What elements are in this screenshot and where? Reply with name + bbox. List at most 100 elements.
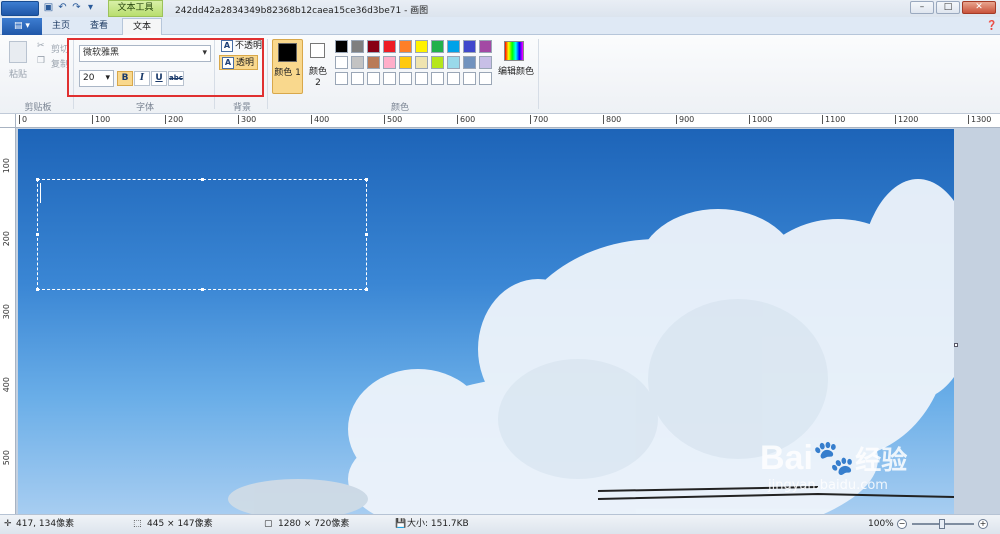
- palette-color-swatch[interactable]: [479, 56, 492, 69]
- tab-view[interactable]: 查看: [80, 18, 118, 35]
- file-size: 大小: 151.7KB: [407, 519, 469, 529]
- zoom-slider-thumb[interactable]: [939, 519, 945, 529]
- group-divider: [267, 39, 268, 109]
- quick-access-dropdown-icon[interactable]: ▾: [84, 2, 97, 14]
- palette-color-swatch[interactable]: [479, 40, 492, 53]
- palette-color-swatch[interactable]: [351, 40, 364, 53]
- group-label-background: 背景: [232, 103, 251, 113]
- ruler-tick-label: 700: [530, 115, 548, 124]
- window-title: 242dd42a2834349b82368b12caea15ce36d3be71…: [175, 6, 429, 16]
- cursor-position-icon: ✛: [4, 519, 12, 529]
- palette-custom-swatch[interactable]: [399, 72, 412, 85]
- paste-label[interactable]: 粘贴: [9, 67, 27, 80]
- ruler-tick-label: 100: [92, 115, 110, 124]
- group-label-clipboard: 剪贴板: [24, 103, 52, 113]
- palette-color-swatch[interactable]: [367, 56, 380, 69]
- palette-color-swatch[interactable]: [383, 40, 396, 53]
- help-icon[interactable]: ❓: [986, 18, 998, 35]
- close-button[interactable]: ✕: [962, 1, 996, 14]
- color1-swatch: [278, 43, 297, 62]
- undo-icon[interactable]: ↶: [56, 2, 69, 14]
- palette-custom-swatch[interactable]: [415, 72, 428, 85]
- cursor-position: 417, 134像素: [16, 519, 75, 529]
- canvas-size-icon: ▢: [264, 519, 273, 529]
- palette-color-swatch[interactable]: [399, 56, 412, 69]
- palette-custom-swatch[interactable]: [431, 72, 444, 85]
- ruler-tick-label: 1300: [968, 115, 991, 124]
- group-divider: [538, 39, 539, 109]
- palette-custom-swatch[interactable]: [463, 72, 476, 85]
- file-size-icon: 💾: [395, 519, 407, 529]
- save-icon[interactable]: ▣: [42, 2, 55, 14]
- color1-button[interactable]: 颜色 1: [272, 39, 303, 94]
- palette-color-swatch[interactable]: [463, 56, 476, 69]
- ribbon-tab-bar: ▤ ▾ 主页 查看 文本 ❓: [0, 17, 1000, 36]
- ruler-tick-label: 900: [676, 115, 694, 124]
- selection-size: 445 × 147像素: [147, 519, 213, 529]
- zoom-out-button[interactable]: −: [897, 519, 907, 529]
- ruler-tick-label: 600: [457, 115, 475, 124]
- edit-colors-button[interactable]: 编辑颜色: [498, 39, 534, 94]
- palette-custom-swatch[interactable]: [479, 72, 492, 85]
- ruler-tick-label: 200: [2, 231, 11, 247]
- resize-handle[interactable]: [365, 233, 368, 236]
- canvas-size: 1280 × 720像素: [278, 519, 350, 529]
- resize-handle[interactable]: [36, 288, 39, 291]
- text-input-box[interactable]: [36, 178, 368, 291]
- ruler-tick-label: 800: [603, 115, 621, 124]
- group-label-colors: 颜色: [390, 103, 409, 113]
- ruler-tick-label: 1200: [895, 115, 918, 124]
- paste-icon[interactable]: [9, 41, 27, 63]
- resize-handle[interactable]: [36, 178, 39, 181]
- palette-color-swatch[interactable]: [383, 56, 396, 69]
- ruler-corner: [0, 114, 16, 128]
- palette-color-swatch[interactable]: [351, 56, 364, 69]
- resize-handle[interactable]: [36, 233, 39, 236]
- tab-text[interactable]: 文本: [122, 18, 162, 36]
- palette-custom-swatch[interactable]: [351, 72, 364, 85]
- palette-custom-swatch[interactable]: [447, 72, 460, 85]
- palette-custom-swatch[interactable]: [335, 72, 348, 85]
- palette-color-swatch[interactable]: [447, 40, 460, 53]
- ribbon: 粘贴 ✂ 剪切 ❐ 复制 剪贴板 微软雅黑 ▾ 20 ▾ B I U abc 字体 …: [0, 35, 1000, 114]
- color2-button[interactable]: 颜色 2: [306, 39, 330, 94]
- palette-color-swatch[interactable]: [431, 40, 444, 53]
- baidu-watermark: Bai🐾经验 jingyan.baidu.com: [760, 440, 907, 493]
- palette-color-swatch[interactable]: [415, 40, 428, 53]
- zoom-in-button[interactable]: +: [978, 519, 988, 529]
- cut-icon[interactable]: ✂: [37, 41, 45, 51]
- palette-color-swatch[interactable]: [431, 56, 444, 69]
- copy-icon[interactable]: ❐: [37, 56, 45, 66]
- horizontal-ruler: 0 100 200 300 400 500 600 700 800 900 1000 1100 1200…: [16, 114, 1000, 128]
- ruler-tick-label: 500: [384, 115, 402, 124]
- resize-handle[interactable]: [365, 288, 368, 291]
- palette-color-swatch[interactable]: [463, 40, 476, 53]
- app-menu-button[interactable]: [1, 1, 39, 16]
- paw-icon: 🐾: [812, 439, 856, 477]
- palette-color-swatch[interactable]: [367, 40, 380, 53]
- resize-handle[interactable]: [365, 178, 368, 181]
- color-spectrum-icon: [504, 41, 524, 61]
- resize-handle[interactable]: [201, 288, 204, 291]
- palette-custom-swatch[interactable]: [383, 72, 396, 85]
- palette-color-swatch[interactable]: [335, 40, 348, 53]
- vertical-ruler: 100 200 300 400 500: [0, 128, 16, 514]
- title-bar: ▣ ↶ ↷ ▾ 文本工具 242dd42a2834349b82368b12cae…: [0, 0, 1000, 17]
- palette-color-swatch[interactable]: [399, 40, 412, 53]
- palette-color-swatch[interactable]: [335, 56, 348, 69]
- text-cursor: [40, 183, 41, 203]
- redo-icon[interactable]: ↷: [70, 2, 83, 14]
- minimize-button[interactable]: –: [910, 1, 934, 14]
- palette-color-swatch[interactable]: [447, 56, 460, 69]
- zoom-level: 100%: [868, 519, 894, 529]
- watermark-url: jingyan.baidu.com: [768, 478, 888, 493]
- canvas-resize-handle[interactable]: [954, 343, 958, 347]
- color1-label: 颜色 1: [274, 68, 301, 78]
- palette-color-swatch[interactable]: [415, 56, 428, 69]
- tab-home[interactable]: 主页: [44, 18, 78, 35]
- file-menu-button[interactable]: ▤ ▾: [2, 18, 42, 35]
- ruler-tick-label: 500: [2, 450, 11, 466]
- maximize-button[interactable]: □: [936, 1, 960, 14]
- resize-handle[interactable]: [201, 178, 204, 181]
- palette-custom-swatch[interactable]: [367, 72, 380, 85]
